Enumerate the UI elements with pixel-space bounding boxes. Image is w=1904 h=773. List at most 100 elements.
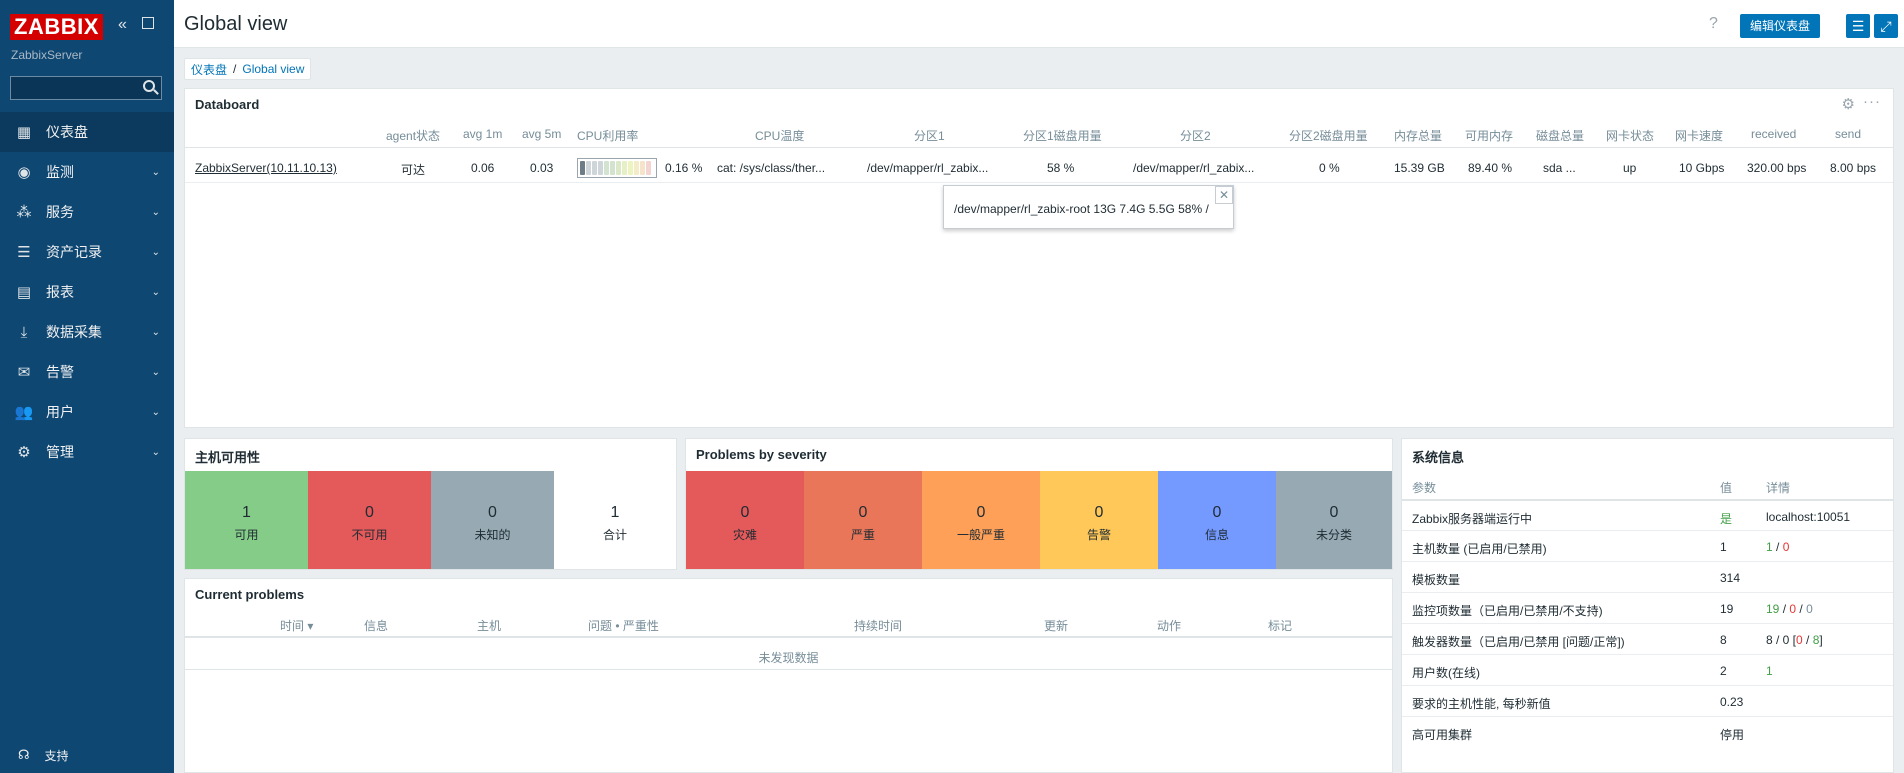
memory-available: 89.40 % — [1468, 161, 1513, 175]
severity-not-classified[interactable]: 0 未分类 — [1276, 471, 1392, 569]
chevron-down-icon: ⌄ — [151, 326, 160, 338]
availability-unavailable[interactable]: 0 不可用 — [308, 471, 431, 569]
sidebar-item-alerts[interactable]: ✉ 告警 ⌄ — [0, 352, 174, 392]
severity-disaster[interactable]: 0 灾难 — [686, 471, 804, 569]
param-label: 用户数(在线) — [1412, 666, 1480, 680]
sidebar-item-label: 管理 — [46, 444, 74, 460]
column-header: 信息 — [364, 619, 389, 633]
support-label: 支持 — [44, 748, 69, 763]
users-icon: 👥 — [14, 404, 34, 421]
tooltip-text: /dev/mapper/rl_zabix-root 13G 7.4G 5.5G … — [954, 202, 1209, 216]
agent-status: 可达 — [401, 163, 426, 177]
breadcrumb-current[interactable]: Global view — [242, 62, 304, 76]
availability-label: 合计 — [602, 528, 627, 542]
problems-by-severity-widget: Problems by severity 0 灾难 0 严重 0 一般严重 0 … — [685, 438, 1393, 570]
support-link[interactable]: ☊ 支持 — [0, 740, 174, 770]
partition2-value[interactable]: /dev/mapper/rl_zabix... — [1133, 161, 1254, 175]
severity-high[interactable]: 0 严重 — [804, 471, 922, 569]
column-header-time[interactable]: 时间 ▾ — [280, 617, 313, 634]
column-header: 内存总量 — [1394, 129, 1443, 143]
widget-settings-icon[interactable]: ⚙ — [1842, 95, 1855, 113]
sidebar-item-label: 服务 — [46, 204, 74, 220]
chevron-down-icon: ⌄ — [151, 246, 160, 258]
widget-title: 系统信息 — [1412, 450, 1465, 465]
sidebar-item-services[interactable]: ⁂ 服务 ⌄ — [0, 192, 174, 232]
table-row: 触发器数量（已启用/已禁用 [问题/正常]) 8 8 / 0 [0 / 8] — [1402, 623, 1893, 654]
widget-title: Current problems — [195, 587, 305, 602]
list-icon: ☰ — [17, 244, 31, 261]
severity-label: 灾难 — [732, 528, 757, 542]
availability-count: 0 — [488, 504, 497, 521]
column-header: CPU利用率 — [577, 129, 639, 143]
partition1-value[interactable]: /dev/mapper/rl_zabix... — [867, 161, 988, 175]
breadcrumb: 仪表盘 / Global view — [184, 58, 312, 80]
column-header: avg 5m — [522, 127, 562, 141]
column-header: 网卡速度 — [1675, 129, 1724, 143]
widget-more-icon[interactable]: ··· — [1863, 93, 1881, 110]
page-title: Global view — [184, 13, 288, 35]
menu-icon[interactable]: ☰ — [1846, 14, 1870, 38]
availability-available[interactable]: 1 可用 — [185, 471, 308, 569]
param-detail: 1 / 0 — [1766, 540, 1790, 554]
param-value: 19 — [1720, 602, 1734, 616]
help-icon[interactable]: ? — [1709, 15, 1718, 33]
availability-label: 未知的 — [474, 528, 511, 542]
severity-count: 0 — [1329, 504, 1339, 521]
report-icon: ▤ — [16, 284, 32, 301]
column-header: 值 — [1720, 481, 1733, 495]
param-value: 是 — [1720, 512, 1733, 526]
param-label: 高可用集群 — [1412, 728, 1473, 742]
search-input[interactable] — [10, 76, 162, 100]
severity-count: 0 — [976, 504, 986, 521]
severity-information[interactable]: 0 信息 — [1158, 471, 1276, 569]
sidebar-item-administration[interactable]: ⚙ 管理 ⌄ — [0, 432, 174, 472]
close-icon[interactable]: ✕ — [1215, 186, 1233, 204]
edit-dashboard-button[interactable]: 编辑仪表盘 — [1740, 14, 1821, 38]
column-header: 分区1 — [914, 129, 945, 143]
sidebar-item-monitoring[interactable]: ◉ 监测 ⌄ — [0, 152, 174, 192]
param-value: 1 — [1720, 540, 1727, 554]
sidebar-item-reports[interactable]: ▤ 报表 ⌄ — [0, 272, 174, 312]
chevron-down-icon: ⌄ — [151, 166, 160, 178]
severity-label: 告警 — [1086, 528, 1111, 542]
severity-warning[interactable]: 0 告警 — [1040, 471, 1158, 569]
column-header: 可用内存 — [1465, 129, 1514, 143]
kiosk-mode-icon[interactable] — [142, 17, 154, 29]
current-problems-widget: Current problems 时间 ▾ 信息 主机 问题 • 严重性 持续时… — [184, 578, 1393, 773]
availability-unknown[interactable]: 0 未知的 — [431, 471, 554, 569]
severity-label: 严重 — [850, 528, 875, 542]
divider — [185, 182, 1893, 183]
sidebar-item-label: 仪表盘 — [46, 124, 88, 140]
severity-count: 0 — [1094, 504, 1104, 521]
value-tooltip: /dev/mapper/rl_zabix-root 13G 7.4G 5.5G … — [943, 185, 1234, 229]
host-link[interactable]: ZabbixServer(10.11.10.13) — [195, 161, 337, 175]
collapse-sidebar-icon[interactable]: « — [118, 16, 127, 34]
table-row: 模板数量 314 — [1402, 561, 1893, 592]
param-value: 8 — [1720, 633, 1727, 647]
chevron-down-icon: ⌄ — [151, 406, 160, 418]
column-header: received — [1751, 127, 1797, 141]
widget-title: Problems by severity — [696, 447, 827, 462]
fullscreen-icon[interactable]: ⤢ — [1874, 14, 1898, 38]
availability-total[interactable]: 1 合计 — [554, 471, 676, 569]
breadcrumb-dashboard[interactable]: 仪表盘 — [191, 61, 227, 78]
received-value: 320.00 bps — [1747, 161, 1807, 175]
memory-total: 15.39 GB — [1394, 161, 1445, 175]
sidebar-item-data-collection[interactable]: ⤓ 数据采集 ⌄ — [0, 312, 174, 352]
availability-label: 不可用 — [351, 528, 388, 542]
sidebar-item-dashboard[interactable]: ▦ 仪表盘 — [0, 112, 174, 152]
param-value: 2 — [1720, 664, 1727, 678]
sidebar-item-label: 用户 — [46, 404, 74, 420]
severity-count: 0 — [1212, 504, 1222, 521]
search-icon[interactable] — [143, 80, 155, 92]
sidebar-item-users[interactable]: 👥 用户 ⌄ — [0, 392, 174, 432]
zabbix-logo[interactable]: ZABBIX — [10, 14, 103, 40]
param-label: 模板数量 — [1412, 573, 1461, 587]
column-header: CPU温度 — [755, 129, 805, 143]
eye-icon: ◉ — [17, 164, 31, 181]
partition1-usage: 58 % — [1047, 161, 1075, 175]
severity-average[interactable]: 0 一般严重 — [922, 471, 1040, 569]
table-row: 监控项数量（已启用/已禁用/不支持) 19 19 / 0 / 0 — [1402, 592, 1893, 623]
availability-count: 0 — [365, 504, 374, 521]
sidebar-item-inventory[interactable]: ☰ 资产记录 ⌄ — [0, 232, 174, 272]
